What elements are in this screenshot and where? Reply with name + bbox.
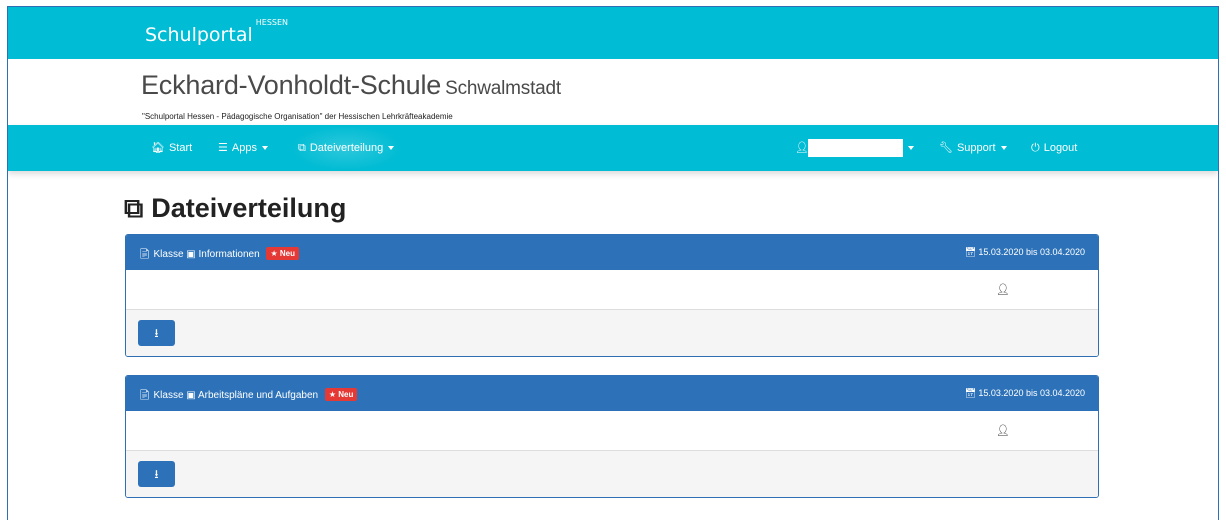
new-badge: ★ Neu (324, 388, 358, 401)
folder-icon: ▣ (186, 249, 196, 260)
nav-support-label: Support (956, 142, 996, 154)
nav-start-label: Start (168, 142, 193, 154)
user-icon: 👤︎ (996, 425, 1010, 437)
portal-topbar: SchulportalHESSEN (8, 7, 1218, 59)
chevron-down-icon (388, 146, 395, 151)
new-badge-label: Neu (279, 249, 295, 258)
home-icon: 🏠︎ (151, 142, 165, 154)
nav-start[interactable]: 🏠︎ Start (151, 125, 192, 171)
user-name-box[interactable] (808, 139, 903, 157)
new-badge: ★ Neu (266, 247, 299, 260)
brand-sup: HESSEN (255, 17, 289, 27)
school-title: Eckhard-Vonholdt-Schule Schwalmstadt (141, 70, 561, 101)
panel-footer: ⭳ (126, 310, 1098, 356)
file-icon: 📄︎ (138, 390, 151, 401)
panel-body: 👤︎ (126, 270, 1098, 310)
page-title-text: Dateiverteilung (151, 193, 347, 223)
panel-header[interactable]: 📄︎ Klasse ▣ Arbeitspläne und Aufgaben ★ … (126, 376, 1098, 411)
user-icon: 👤︎ (795, 142, 809, 154)
nav-logout[interactable]: ⏻︎ Logout (1031, 125, 1077, 171)
download-icon: ⭳ (154, 467, 159, 481)
nav-dateiverteilung-label: Dateiverteilung (309, 142, 384, 154)
main-navbar: 🏠︎ Start ☰ Apps ⧉ Dateiverteilung 👤︎ 🔧︎ Supp… (8, 125, 1218, 171)
download-button[interactable]: ⭳ (138, 461, 175, 487)
chevron-down-icon (261, 146, 268, 151)
school-name: Eckhard-Vonholdt-Schule (141, 70, 442, 100)
user-dropdown-caret[interactable] (903, 125, 914, 171)
nav-apps[interactable]: ☰ Apps (218, 125, 268, 171)
panel-title: 📄︎ Klasse ▣ Informationen ★ Neu (138, 247, 299, 260)
copy-icon: ⧉ (298, 142, 306, 154)
download-icon: ⭳ (154, 326, 159, 340)
panel-header[interactable]: 📄︎ Klasse ▣ Informationen ★ Neu 📅︎ 15.03… (126, 235, 1098, 270)
school-subtitle: "Schulportal Hessen - Pädagogische Organ… (142, 112, 453, 121)
panel-title-text: Informationen (198, 249, 260, 260)
copy-icon: ⧉ (124, 193, 144, 223)
star-icon: ★ (270, 249, 278, 258)
school-header: Eckhard-Vonholdt-Schule Schwalmstadt "Sch… (8, 59, 1218, 125)
page-frame: SchulportalHESSEN Eckhard-Vonholdt-Schul… (7, 6, 1219, 520)
wrench-icon: 🔧︎ (939, 142, 953, 154)
panel-date: 📅︎ 15.03.2020 bis 03.04.2020 (964, 247, 1085, 258)
panel-date: 📅︎ 15.03.2020 bis 03.04.2020 (964, 388, 1085, 399)
chevron-down-icon (1000, 146, 1007, 151)
page-title: ⧉ Dateiverteilung (124, 193, 346, 225)
calendar-icon: 📅︎ (964, 388, 976, 398)
calendar-icon: 📅︎ (964, 247, 976, 257)
chevron-down-icon (908, 146, 914, 151)
panel-title: 📄︎ Klasse ▣ Arbeitspläne und Aufgaben ★ … (138, 388, 358, 401)
nav-dateiverteilung[interactable]: ⧉ Dateiverteilung (290, 125, 403, 171)
school-city: Schwalmstadt (445, 78, 561, 99)
power-icon: ⏻︎ (1031, 142, 1040, 154)
download-button[interactable]: ⭳ (138, 320, 175, 346)
menu-icon: ☰ (218, 142, 228, 154)
nav-logout-label: Logout (1043, 142, 1078, 154)
panel-title-text: Arbeitspläne und Aufgaben (197, 390, 319, 401)
folder-icon: ▣ (186, 390, 196, 401)
panel-class-label: Klasse (153, 249, 184, 260)
panel-footer: ⭳ (126, 451, 1098, 497)
portal-brand[interactable]: SchulportalHESSEN (145, 18, 288, 46)
new-badge-label: Neu (338, 390, 354, 399)
user-icon: 👤︎ (996, 284, 1010, 296)
panel-date-text: 15.03.2020 bis 03.04.2020 (978, 247, 1085, 257)
nav-apps-label: Apps (231, 142, 257, 154)
file-panel: 📄︎ Klasse ▣ Arbeitspläne und Aufgaben ★ … (125, 375, 1099, 498)
file-icon: 📄︎ (138, 249, 151, 260)
panel-date-text: 15.03.2020 bis 03.04.2020 (978, 388, 1085, 398)
panel-class-label: Klasse (153, 390, 184, 401)
star-icon: ★ (328, 390, 337, 399)
brand-text: Schulportal (145, 24, 253, 46)
nav-support[interactable]: 🔧︎ Support (939, 125, 1007, 171)
panel-body: 👤︎ (126, 411, 1098, 451)
file-panel: 📄︎ Klasse ▣ Informationen ★ Neu 📅︎ 15.03… (125, 234, 1099, 357)
